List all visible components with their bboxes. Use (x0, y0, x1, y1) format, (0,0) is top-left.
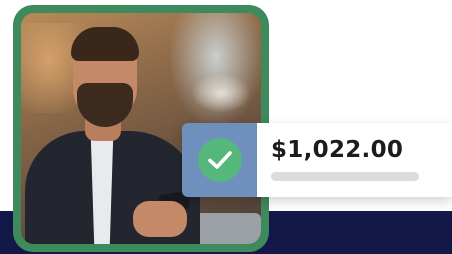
payment-details: $1,022.00 (257, 123, 452, 197)
status-icon-panel (182, 123, 257, 197)
payment-amount: $1,022.00 (271, 137, 404, 163)
check-icon (197, 138, 242, 182)
payment-confirmation-card: $1,022.00 (182, 123, 452, 197)
placeholder-bar (271, 172, 419, 181)
